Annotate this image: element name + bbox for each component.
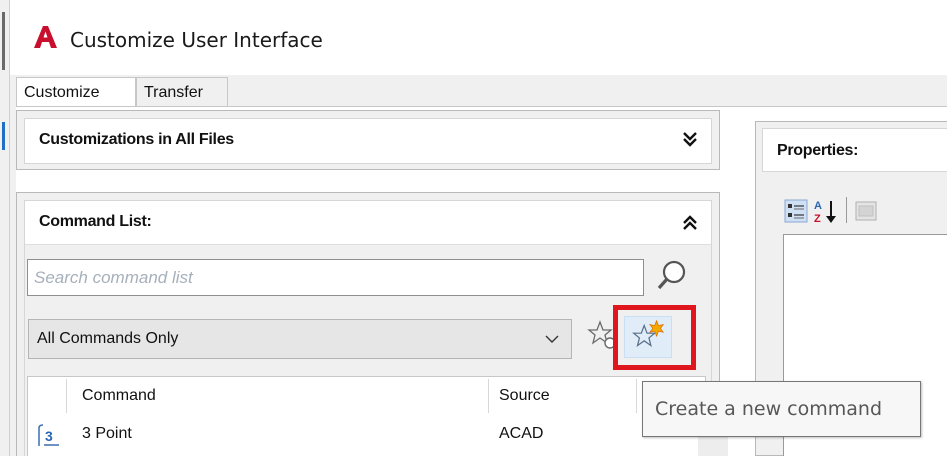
property-pages-icon: [855, 201, 877, 221]
tab-customize[interactable]: Customize: [16, 77, 136, 108]
command-source-cell: ACAD: [499, 425, 544, 442]
new-star-icon: [632, 319, 665, 348]
search-command-list-input[interactable]: [28, 260, 643, 295]
column-header-source[interactable]: Source: [499, 387, 550, 405]
window-title: Customize User Interface: [70, 28, 323, 52]
double-chevron-up-icon[interactable]: [681, 213, 699, 233]
autocad-logo-icon: [34, 26, 57, 48]
double-chevron-down-icon[interactable]: [681, 129, 699, 149]
command-list-panel-title: Command List:: [39, 213, 152, 230]
properties-panel-header: Properties:: [762, 128, 947, 172]
title-bar: Customize User Interface: [10, 0, 947, 75]
tab-customize-label: Customize: [24, 84, 100, 101]
tab-transfer[interactable]: Transfer: [136, 77, 228, 107]
tooltip-text: Create a new command: [655, 398, 882, 420]
column-header-command[interactable]: Command: [82, 387, 156, 405]
customizations-panel-title: Customizations in All Files: [39, 131, 234, 148]
customize-ui-window: Customize User Interface Customize Trans…: [0, 0, 947, 456]
command-table: Command Source 3 3 Point ACAD: [27, 376, 728, 456]
command-name-cell: 3 Point: [82, 425, 132, 442]
properties-panel-title: Properties:: [777, 142, 859, 159]
svg-text:Z: Z: [814, 213, 821, 225]
customizations-panel-body: Customizations in All Files: [24, 118, 712, 164]
command-filter-dropdown[interactable]: All Commands Only: [28, 319, 572, 359]
properties-toolbar: A Z: [784, 195, 944, 227]
tab-transfer-label: Transfer: [144, 84, 203, 101]
categorized-view-icon[interactable]: [784, 199, 808, 223]
svg-text:3: 3: [45, 428, 53, 444]
three-point-arc-icon: 3: [38, 424, 59, 446]
customizations-panel-header[interactable]: Customizations in All Files: [25, 119, 711, 163]
command-table-header: Command Source: [28, 377, 707, 413]
magnifier-icon[interactable]: [656, 258, 690, 292]
table-row[interactable]: 3 3 Point ACAD: [28, 419, 707, 449]
chevron-down-icon: [545, 335, 559, 343]
svg-text:A: A: [814, 200, 822, 212]
tooltip: Create a new command: [642, 381, 921, 437]
create-new-command-button[interactable]: [624, 316, 672, 358]
command-filter-selected: All Commands Only: [37, 330, 179, 347]
command-list-panel-header[interactable]: Command List:: [25, 201, 711, 245]
customizations-panel: Customizations in All Files: [16, 110, 720, 170]
search-command-list-field[interactable]: [27, 259, 644, 296]
left-window-edge: [0, 0, 10, 456]
sort-az-icon[interactable]: A Z: [812, 197, 840, 225]
